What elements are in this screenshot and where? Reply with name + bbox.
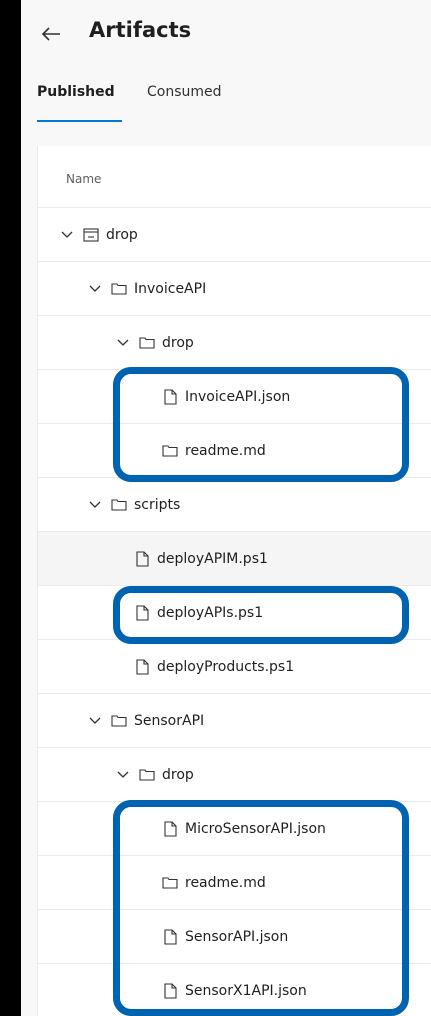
tree-row-label: deployProducts.ps1 xyxy=(157,659,295,675)
tree-row-drop[interactable]: drop xyxy=(38,208,431,262)
tree-row-label: readme.md xyxy=(185,443,266,459)
tree-row-label: drop xyxy=(162,767,194,783)
folder-icon xyxy=(162,875,178,891)
tree-row-label: scripts xyxy=(134,497,181,513)
tree-row-label: SensorAPI xyxy=(134,713,205,729)
file-icon xyxy=(134,659,150,675)
file-icon xyxy=(134,551,150,567)
tree-row-file[interactable]: InvoiceAPI.json xyxy=(38,370,431,424)
tab-consumed[interactable]: Consumed xyxy=(147,84,222,100)
tree-row-label: InvoiceAPI.json xyxy=(185,389,291,405)
tree-row-label: SensorX1API.json xyxy=(185,983,307,999)
artifacts-panel: Artifacts Published Consumed Name drop I… xyxy=(21,0,431,1016)
artifact-icon xyxy=(83,227,99,243)
tree-row-label: drop xyxy=(162,335,194,351)
tree-row-label: readme.md xyxy=(185,875,266,891)
tree-row-label: SensorAPI.json xyxy=(185,929,289,945)
arrow-left-icon xyxy=(41,27,60,41)
chevron-down-icon[interactable] xyxy=(88,282,102,296)
artifacts-tree-table: Name drop InvoiceAPI drop InvoiceAPI.jso… xyxy=(37,146,431,1016)
file-icon xyxy=(134,605,150,621)
tree-row-label: deployAPIs.ps1 xyxy=(157,605,264,621)
tree-row-file[interactable]: deployAPIs.ps1 xyxy=(38,586,431,640)
tree-row-file[interactable]: deployProducts.ps1 xyxy=(38,640,431,694)
chevron-down-icon[interactable] xyxy=(60,228,74,242)
chevron-down-icon[interactable] xyxy=(116,336,130,350)
column-header-name[interactable]: Name xyxy=(38,146,431,208)
tree-row-label: drop xyxy=(106,227,138,243)
tree-row-file[interactable]: SensorX1API.json xyxy=(38,964,431,1016)
chevron-down-icon[interactable] xyxy=(88,498,102,512)
file-icon xyxy=(162,821,178,837)
tree-row-invoiceapi[interactable]: InvoiceAPI xyxy=(38,262,431,316)
tree-row-sensorapi[interactable]: SensorAPI xyxy=(38,694,431,748)
tree-row-file[interactable]: readme.md xyxy=(38,856,431,910)
tab-published[interactable]: Published xyxy=(37,84,115,100)
file-icon xyxy=(162,983,178,999)
file-icon xyxy=(162,389,178,405)
tab-bar: Published Consumed xyxy=(21,72,431,124)
tree-row-scripts[interactable]: scripts xyxy=(38,478,431,532)
chevron-down-icon[interactable] xyxy=(88,714,102,728)
tree-row-file[interactable]: readme.md xyxy=(38,424,431,478)
column-header-label: Name xyxy=(66,172,102,186)
folder-icon xyxy=(111,713,127,729)
folder-icon xyxy=(162,443,178,459)
tree-row-drop[interactable]: drop xyxy=(38,316,431,370)
folder-icon xyxy=(111,497,127,513)
folder-icon xyxy=(139,335,155,351)
tree-row-file[interactable]: deployAPIM.ps1 xyxy=(38,532,431,586)
tree-row-label: deployAPIM.ps1 xyxy=(157,551,268,567)
back-button[interactable] xyxy=(39,22,63,46)
active-tab-indicator xyxy=(37,120,122,122)
tree-row-label: MicroSensorAPI.json xyxy=(185,821,326,837)
file-icon xyxy=(162,929,178,945)
tree-row-file[interactable]: SensorAPI.json xyxy=(38,910,431,964)
tree-row-drop[interactable]: drop xyxy=(38,748,431,802)
tree-row-label: InvoiceAPI xyxy=(134,281,207,297)
page-title: Artifacts xyxy=(89,18,192,42)
tree-row-file[interactable]: MicroSensorAPI.json xyxy=(38,802,431,856)
chevron-down-icon[interactable] xyxy=(116,768,130,782)
folder-icon xyxy=(139,767,155,783)
folder-icon xyxy=(111,281,127,297)
page-header: Artifacts xyxy=(21,0,431,68)
